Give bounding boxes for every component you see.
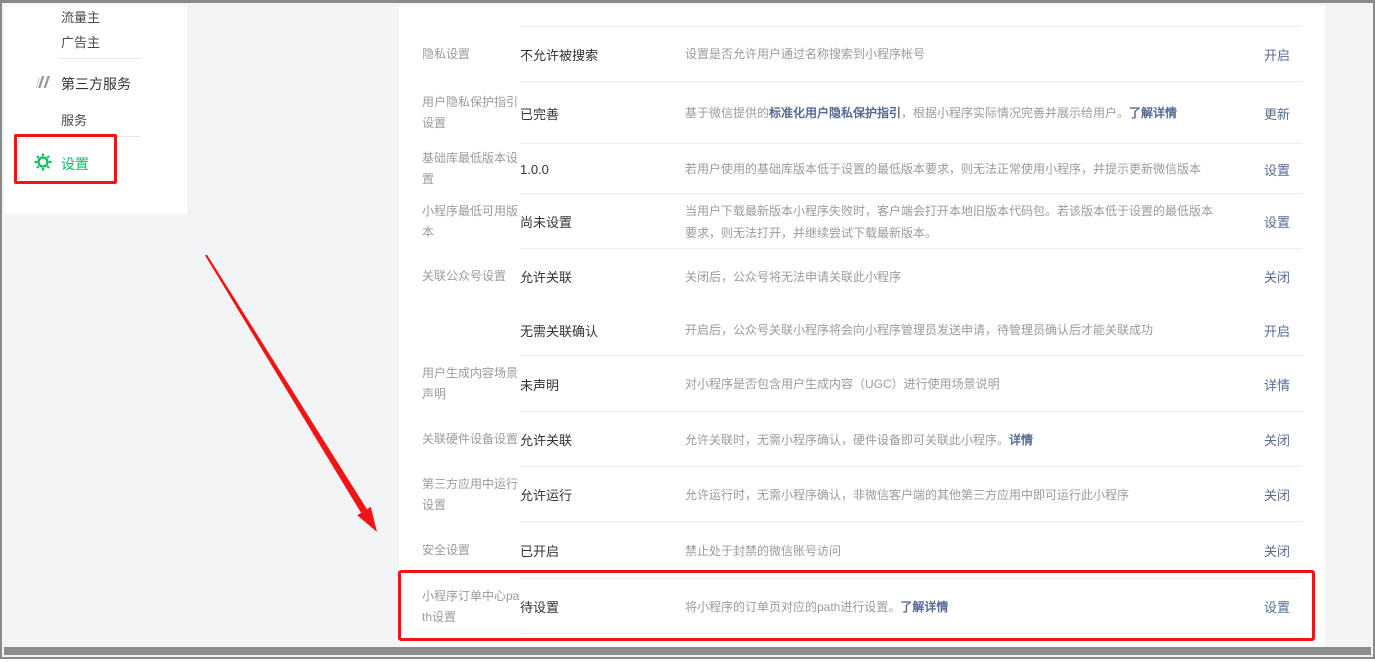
sidebar-item-third-party-services[interactable]: 第三方服务 bbox=[61, 74, 131, 94]
row-desc: 基于微信提供的标准化用户隐私保护指引，根据小程序实际情况完善并展示给用户。了解详… bbox=[685, 102, 1264, 124]
table-row: 小程序最低可用版本 尚未设置 当用户下载最新版本小程序失败时，客户端会打开本地旧… bbox=[399, 194, 1325, 249]
sidebar: 流量主 广告主 第三方服务 服务 bbox=[4, 6, 189, 214]
desc-inline-link[interactable]: 了解详情 bbox=[900, 600, 948, 614]
row-action-link[interactable]: 详情 bbox=[1264, 375, 1290, 394]
desc-text: ，根据小程序实际情况完善并展示给用户。 bbox=[901, 106, 1129, 120]
row-desc: 开启后，公众号关联小程序将会向小程序管理员发送申请，待管理员确认后才能关联成功 bbox=[685, 319, 1264, 341]
gear-icon bbox=[34, 153, 52, 171]
row-action-link[interactable]: 关闭 bbox=[1264, 541, 1290, 560]
table-row: 无需关联确认 开启后，公众号关联小程序将会向小程序管理员发送申请，待管理员确认后… bbox=[399, 304, 1325, 356]
row-desc: 禁止处于封禁的微信账号访问 bbox=[685, 540, 1264, 562]
sidebar-item-traffic[interactable]: 流量主 bbox=[61, 7, 100, 26]
settings-card: 隐私设置 不允许被搜索 设置是否允许用户通过名称搜索到小程序帐号 开启 用户隐私… bbox=[399, 6, 1325, 651]
sidebar-item-services[interactable]: 服务 bbox=[61, 110, 87, 129]
row-value: 允许关联 bbox=[520, 267, 685, 286]
desc-text: 关闭后，公众号将无法申请关联此小程序 bbox=[685, 270, 901, 284]
row-desc: 允许关联时，无需小程序确认，硬件设备即可关联此小程序。详情 bbox=[685, 429, 1264, 451]
row-value: 已开启 bbox=[520, 541, 685, 560]
row-label: 用户隐私保护指引设置 bbox=[422, 92, 520, 134]
desc-inline-link[interactable]: 了解详情 bbox=[1129, 106, 1177, 120]
row-label: 基础库最低版本设置 bbox=[422, 148, 520, 190]
row-desc: 允许运行时，无需小程序确认，非微信客户端的其他第三方应用中即可运行此小程序 bbox=[685, 484, 1264, 506]
table-row: 基础库最低版本设置 1.0.0 若用户使用的基础库版本低于设置的最低版本要求，则… bbox=[399, 144, 1325, 194]
desc-inline-link[interactable]: 标准化用户隐私保护指引 bbox=[769, 106, 901, 120]
row-action-link[interactable]: 设置 bbox=[1264, 212, 1290, 231]
row-value: 尚未设置 bbox=[520, 212, 685, 231]
desc-text: 开启后，公众号关联小程序将会向小程序管理员发送申请，待管理员确认后才能关联成功 bbox=[685, 323, 1153, 337]
desc-text: 允许关联时，无需小程序确认，硬件设备即可关联此小程序。 bbox=[685, 433, 1009, 447]
table-row: 关联硬件设备设置 允许关联 允许关联时，无需小程序确认，硬件设备即可关联此小程序… bbox=[399, 412, 1325, 467]
table-row: 关联公众号设置 允许关联 关闭后，公众号将无法申请关联此小程序 关闭 bbox=[399, 249, 1325, 304]
row-action-link[interactable]: 设置 bbox=[1264, 597, 1290, 616]
row-value: 允许运行 bbox=[520, 485, 685, 504]
desc-text: 禁止处于封禁的微信账号访问 bbox=[685, 544, 841, 558]
sidebar-item-settings[interactable]: 设置 bbox=[61, 154, 89, 174]
row-label: 关联公众号设置 bbox=[422, 266, 520, 287]
row-label: 小程序订单中心path设置 bbox=[422, 586, 520, 628]
row-desc: 当用户下载最新版本小程序失败时，客户端会打开本地旧版本代码包。若该版本低于设置的… bbox=[685, 200, 1264, 244]
row-desc: 将小程序的订单页对应的path进行设置。了解详情 bbox=[685, 596, 1264, 618]
row-value: 已完善 bbox=[520, 104, 685, 123]
row-desc: 设置是否允许用户通过名称搜索到小程序帐号 bbox=[685, 43, 1264, 65]
horizontal-scrollbar[interactable] bbox=[4, 647, 1371, 655]
row-label: 关联硬件设备设置 bbox=[422, 429, 520, 450]
table-row: 安全设置 已开启 禁止处于封禁的微信账号访问 关闭 bbox=[399, 522, 1325, 579]
table-row: 隐私设置 不允许被搜索 设置是否允许用户通过名称搜索到小程序帐号 开启 bbox=[399, 26, 1325, 82]
row-action-link[interactable]: 开启 bbox=[1264, 45, 1290, 64]
desc-text: 若用户使用的基础库版本低于设置的最低版本要求，则无法正常使用小程序，并提示更新微… bbox=[685, 162, 1201, 176]
row-label: 安全设置 bbox=[422, 540, 520, 561]
row-label: 用户生成内容场景声明 bbox=[422, 363, 520, 405]
row-label: 小程序最低可用版本 bbox=[422, 201, 520, 243]
row-label: 第三方应用中运行设置 bbox=[422, 474, 520, 516]
table-row: 用户生成内容场景声明 未声明 对小程序是否包含用户生成内容（UGC）进行使用场景… bbox=[399, 356, 1325, 412]
desc-text: 当用户下载最新版本小程序失败时，客户端会打开本地旧版本代码包。若该版本低于设置的… bbox=[685, 204, 1213, 240]
desc-text: 基于微信提供的 bbox=[685, 106, 769, 120]
desc-text: 将小程序的订单页对应的path进行设置。 bbox=[685, 600, 900, 614]
row-action-link[interactable]: 关闭 bbox=[1264, 267, 1290, 286]
desc-text: 设置是否允许用户通过名称搜索到小程序帐号 bbox=[685, 47, 925, 61]
row-desc: 对小程序是否包含用户生成内容（UGC）进行使用场景说明 bbox=[685, 373, 1264, 395]
row-label: 隐私设置 bbox=[422, 44, 520, 65]
table-row: 小程序订单中心path设置 待设置 将小程序的订单页对应的path进行设置。了解… bbox=[399, 579, 1325, 634]
row-value: 无需关联确认 bbox=[520, 321, 685, 340]
row-value: 待设置 bbox=[520, 597, 685, 616]
row-action-link[interactable]: 关闭 bbox=[1264, 430, 1290, 449]
sidebar-divider bbox=[60, 136, 140, 137]
row-action-link[interactable]: 设置 bbox=[1264, 160, 1290, 179]
table-row: 第三方应用中运行设置 允许运行 允许运行时，无需小程序确认，非微信客户端的其他第… bbox=[399, 467, 1325, 522]
desc-text: 对小程序是否包含用户生成内容（UGC）进行使用场景说明 bbox=[685, 377, 1000, 391]
row-value: 未声明 bbox=[520, 375, 685, 394]
row-action-link[interactable]: 关闭 bbox=[1264, 485, 1290, 504]
row-value: 允许关联 bbox=[520, 430, 685, 449]
row-desc: 若用户使用的基础库版本低于设置的最低版本要求，则无法正常使用小程序，并提示更新微… bbox=[685, 158, 1264, 180]
desc-inline-link[interactable]: 详情 bbox=[1009, 433, 1033, 447]
sidebar-divider bbox=[60, 58, 140, 59]
row-action-link[interactable]: 更新 bbox=[1264, 104, 1290, 123]
third-party-icon bbox=[34, 73, 52, 91]
row-action-link[interactable]: 开启 bbox=[1264, 321, 1290, 340]
settings-table: 隐私设置 不允许被搜索 设置是否允许用户通过名称搜索到小程序帐号 开启 用户隐私… bbox=[399, 26, 1325, 634]
row-value: 1.0.0 bbox=[520, 162, 685, 177]
app-frame: 流量主 广告主 第三方服务 服务 bbox=[0, 0, 1375, 659]
desc-text: 允许运行时，无需小程序确认，非微信客户端的其他第三方应用中即可运行此小程序 bbox=[685, 488, 1129, 502]
row-value: 不允许被搜索 bbox=[520, 45, 685, 64]
table-row: 用户隐私保护指引设置 已完善 基于微信提供的标准化用户隐私保护指引，根据小程序实… bbox=[399, 82, 1325, 144]
sidebar-item-advertiser[interactable]: 广告主 bbox=[61, 32, 100, 51]
row-desc: 关闭后，公众号将无法申请关联此小程序 bbox=[685, 266, 1264, 288]
